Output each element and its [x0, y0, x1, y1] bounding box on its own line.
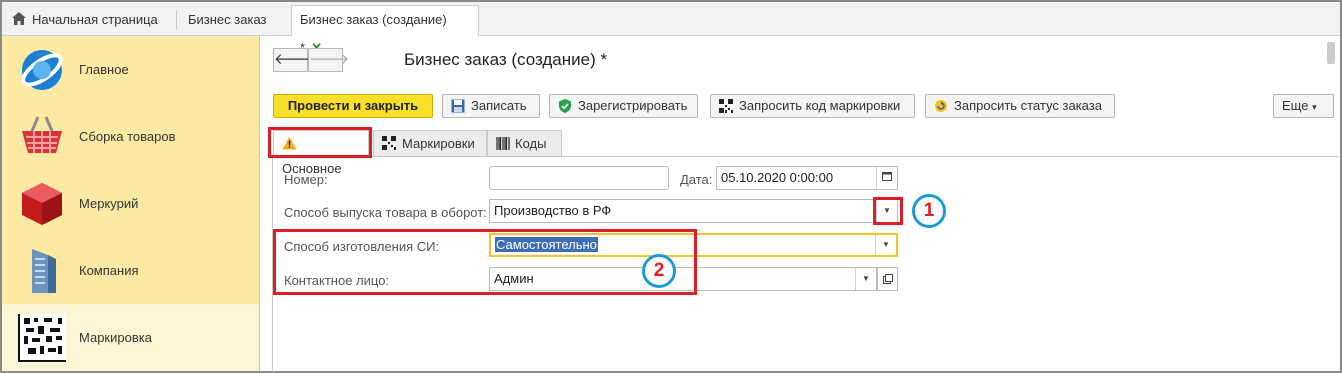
release-method-value: Производство в РФ	[494, 203, 612, 218]
forward-arrow-icon: 🡒	[309, 51, 350, 68]
annotation-marker-2: 2	[642, 254, 676, 288]
post-and-close-label: Провести и закрыть	[287, 98, 419, 113]
number-input[interactable]	[489, 166, 669, 190]
sidebar-item-marking[interactable]: Маркировка	[2, 304, 259, 371]
qr-code-icon	[382, 136, 396, 150]
open-contact-button[interactable]	[877, 267, 898, 291]
tab-business-order[interactable]: Бизнес заказ	[180, 6, 274, 34]
sidebar-item-label: Маркировка	[79, 330, 152, 345]
tab-codes-label: Коды	[515, 136, 547, 151]
date-label: Дата:	[680, 172, 713, 187]
barcode-icon	[496, 137, 510, 150]
tab-markings-label: Маркировки	[402, 136, 475, 151]
tab-home-label: Начальная страница	[32, 12, 158, 27]
datamatrix-icon	[18, 314, 66, 362]
chevron-down-icon[interactable]: ▼	[875, 235, 896, 255]
home-icon	[12, 12, 26, 25]
sidebar-divider	[259, 36, 260, 371]
request-marking-code-label: Запросить код маркировки	[739, 98, 901, 113]
register-label: Зарегистрировать	[578, 98, 688, 113]
sidebar-item-company[interactable]: Компания	[2, 237, 259, 304]
sidebar-item-label: Сборка товаров	[79, 129, 176, 144]
sidebar-item-label: Компания	[79, 263, 139, 278]
back-button[interactable]: 🡐	[273, 48, 314, 72]
sidebar: Главное Сборка товаров Меркурий Компания	[2, 36, 259, 371]
tab-label: Бизнес заказ	[188, 12, 267, 27]
chevron-down-icon: ▾	[1312, 102, 1317, 112]
post-and-close-button[interactable]: Провести и закрыть	[273, 94, 433, 118]
highlight-main-tab	[268, 127, 372, 158]
sidebar-item-mercury[interactable]: Меркурий	[2, 170, 259, 237]
request-order-status-button[interactable]: Запросить статус заказа	[925, 94, 1115, 118]
tab-separator	[176, 10, 177, 30]
sidebar-item-label: Меркурий	[79, 196, 139, 211]
sidebar-item-main[interactable]: Главное	[2, 36, 259, 103]
save-button[interactable]: Записать	[442, 94, 540, 118]
highlight-fields	[273, 229, 697, 295]
more-label: Еще	[1282, 98, 1309, 113]
tab-business-order-create[interactable]: Бизнес заказ (создание) *✕	[291, 5, 479, 55]
more-button[interactable]: Еще ▾	[1273, 94, 1334, 118]
shield-check-icon	[559, 99, 571, 113]
tab-markings[interactable]: Маркировки	[373, 130, 487, 157]
open-window-icon	[882, 274, 893, 284]
annotation-marker-1: 1	[912, 194, 946, 228]
page-title: Бизнес заказ (создание) *	[404, 50, 608, 69]
sidebar-item-assembly[interactable]: Сборка товаров	[2, 103, 259, 170]
request-order-status-label: Запросить статус заказа	[954, 98, 1102, 113]
top-tab-bar: Начальная страница Бизнес заказ Бизнес з…	[2, 2, 1340, 55]
floppy-disk-icon	[451, 99, 465, 113]
calendar-icon[interactable]	[876, 167, 897, 189]
basket-icon	[22, 116, 62, 153]
refresh-status-icon	[935, 100, 947, 112]
number-label: Номер:	[284, 172, 328, 187]
qr-code-icon	[719, 99, 733, 113]
sidebar-item-label: Главное	[79, 62, 129, 77]
date-input[interactable]: 05.10.2020 0:00:00	[716, 166, 898, 190]
request-marking-code-button[interactable]: Запросить код маркировки	[710, 94, 915, 118]
release-method-label: Способ выпуска товара в оборот:	[284, 205, 487, 220]
chevron-down-icon[interactable]: ▼	[855, 268, 876, 290]
highlight-dropdown	[873, 197, 903, 225]
save-label: Записать	[471, 98, 527, 113]
tab-codes[interactable]: Коды	[487, 130, 562, 157]
building-icon	[32, 249, 56, 293]
globe-icon	[21, 50, 63, 90]
release-method-select[interactable]: Производство в РФ ▼	[489, 199, 898, 223]
scrollbar[interactable]	[1327, 42, 1335, 64]
register-button[interactable]: Зарегистрировать	[549, 94, 698, 118]
cube-icon	[22, 183, 62, 225]
tab-home[interactable]: Начальная страница	[4, 6, 166, 34]
forward-button[interactable]: 🡒	[308, 48, 349, 72]
date-value: 05.10.2020 0:00:00	[721, 170, 834, 185]
